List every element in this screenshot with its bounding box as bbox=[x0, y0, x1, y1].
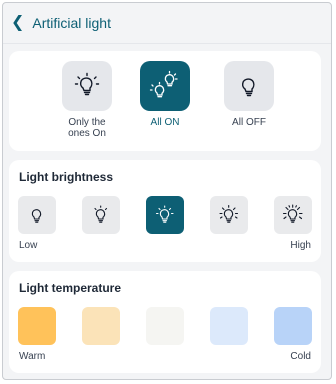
mode-only-the-ones-on[interactable]: Only the ones On bbox=[47, 61, 127, 139]
bulb-level-4-icon bbox=[219, 204, 239, 223]
brightness-level-3[interactable] bbox=[146, 196, 184, 234]
temperature-swatch-3[interactable] bbox=[146, 307, 184, 345]
app-frame: ❮ Artificial light Only the ones On All … bbox=[2, 2, 332, 380]
brightness-level-1[interactable] bbox=[18, 196, 56, 234]
temperature-swatch-1[interactable] bbox=[18, 307, 56, 345]
mode-label: All ON bbox=[150, 117, 180, 128]
temperature-swatch-4[interactable] bbox=[210, 307, 248, 345]
section-title: Light temperature bbox=[19, 281, 122, 295]
brightness-level-4[interactable] bbox=[210, 196, 248, 234]
brightness-max-label: High bbox=[290, 240, 311, 251]
mode-label: All OFF bbox=[232, 117, 266, 128]
temperature-min-label: Warm bbox=[19, 351, 46, 362]
page-title: Artificial light bbox=[32, 15, 111, 31]
temperature-swatch-5[interactable] bbox=[274, 307, 312, 345]
temperature-swatch-2[interactable] bbox=[82, 307, 120, 345]
light-brightness-card: Light brightness Low High bbox=[9, 160, 321, 262]
mode-label: Only the ones On bbox=[68, 117, 106, 139]
mode-all-on[interactable]: All ON bbox=[125, 61, 205, 128]
light-mode-card: Only the ones On All ON All OFF bbox=[9, 51, 321, 151]
header: ❮ Artificial light bbox=[11, 12, 111, 34]
section-title: Light brightness bbox=[19, 170, 113, 184]
light-temperature-card: Light temperature Warm Cold bbox=[9, 271, 321, 373]
header-divider bbox=[3, 43, 331, 44]
brightness-min-label: Low bbox=[19, 240, 38, 251]
mode-tile bbox=[224, 61, 274, 111]
bulb-level-3-icon bbox=[155, 205, 174, 223]
brightness-level-5[interactable] bbox=[274, 196, 312, 234]
bulb-level-1-icon bbox=[31, 209, 42, 223]
bulb-off-icon bbox=[241, 78, 255, 97]
brightness-levels bbox=[18, 196, 312, 234]
temperature-max-label: Cold bbox=[290, 351, 311, 362]
multi-bulb-glow-icon bbox=[149, 70, 178, 98]
bulb-level-5-icon bbox=[282, 204, 303, 223]
mode-all-off[interactable]: All OFF bbox=[209, 61, 289, 128]
bulb-glow-icon bbox=[74, 72, 100, 96]
bulb-level-2-icon bbox=[94, 205, 108, 223]
mode-tile bbox=[62, 61, 112, 111]
temperature-swatches bbox=[18, 307, 312, 345]
mode-tile bbox=[140, 61, 190, 111]
chevron-left-icon[interactable]: ❮ bbox=[11, 15, 24, 31]
brightness-level-2[interactable] bbox=[82, 196, 120, 234]
